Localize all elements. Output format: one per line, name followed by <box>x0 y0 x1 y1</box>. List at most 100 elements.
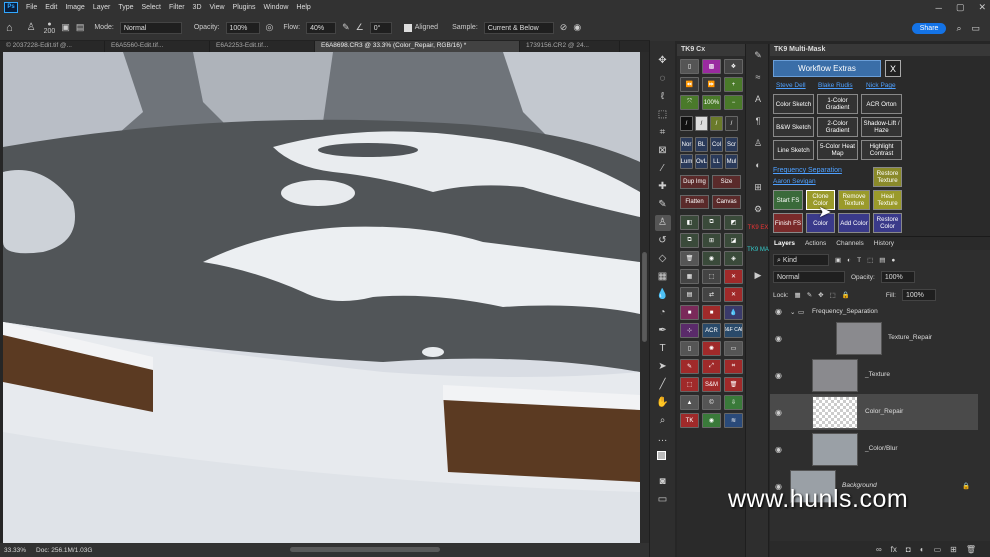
blend-multiply-button[interactable]: Mul <box>725 154 738 169</box>
grid-icon[interactable]: ▦ <box>680 269 699 284</box>
sample-select[interactable]: Current & Below <box>483 21 554 34</box>
heal-texture-button[interactable]: Heal Texture <box>873 190 902 210</box>
crop-tool-icon[interactable]: ⌗ <box>655 125 671 141</box>
blend-mode-select[interactable]: Normal <box>773 271 845 283</box>
add-color-button[interactable]: Add Color <box>838 213 870 233</box>
clone-stamp-tool-icon[interactable]: ♙ <box>654 215 671 231</box>
lock-all-icon[interactable]: 🔒 <box>842 291 850 299</box>
triangle-icon[interactable]: ▲ <box>680 395 699 410</box>
add-mask-icon[interactable]: ◘ <box>906 545 911 554</box>
gradient-tool-icon[interactable]: ▦ <box>655 269 671 285</box>
resize-icon[interactable]: ⤢ <box>702 359 721 374</box>
brush-tool-icon[interactable]: ✎ <box>655 197 671 213</box>
grad-mask-icon[interactable]: ◩ <box>724 215 743 230</box>
rgb-channels-icon[interactable]: ❖ <box>724 59 743 74</box>
doc-tab-1[interactable]: © 2037228-Edit.tif @... <box>0 41 105 52</box>
move-tool-icon[interactable]: ✥ <box>655 53 671 69</box>
kind-filter-select[interactable]: ⌕ Kind <box>773 254 829 266</box>
properties-panel-icon[interactable]: ⊞ <box>746 176 770 198</box>
opacity-input[interactable]: 100% <box>225 21 260 34</box>
scroll-thumb[interactable] <box>642 252 647 342</box>
tab-channels[interactable]: Channels <box>836 240 863 247</box>
size-button[interactable]: Size <box>712 175 741 189</box>
close-icon[interactable]: ✕ <box>978 2 986 13</box>
paragraph-panel-icon[interactable]: ¶ <box>746 110 770 132</box>
layer-opacity-input[interactable]: 100% <box>880 271 915 283</box>
layer-row-selected[interactable]: ◉ Color_Repair <box>770 394 978 430</box>
brush-settings-panel-icon[interactable]: ≈ <box>746 66 770 88</box>
stack-icon[interactable]: ≋ <box>724 413 743 428</box>
layers-stack-icon[interactable]: ⧉ <box>680 233 699 248</box>
frame-tool-icon[interactable]: ⊠ <box>655 143 671 159</box>
blend-luminosity-button[interactable]: BL <box>695 137 708 152</box>
blend-normal-button[interactable]: Nor <box>680 137 693 152</box>
more-tools-icon[interactable]: … <box>655 431 671 447</box>
zoom-100-button[interactable]: 100% <box>702 95 721 110</box>
tab-actions[interactable]: Actions <box>805 240 826 247</box>
zoom-level[interactable]: 33.33% <box>4 547 26 554</box>
five-color-heatmap-button[interactable]: 5-Color Heat Map <box>817 140 858 160</box>
flatten-button[interactable]: Flatten <box>680 195 709 209</box>
calculator-icon[interactable]: ▤ <box>680 287 699 302</box>
filter-smart-icon[interactable]: ▤ <box>879 256 885 264</box>
one-color-gradient-button[interactable]: 1-Color Gradient <box>817 94 858 114</box>
restore-texture-button[interactable]: Restore Texture <box>873 167 902 187</box>
filter-toggle-icon[interactable]: ● <box>891 257 895 264</box>
link-nick-page[interactable]: Nick Page <box>866 82 896 89</box>
play-icon[interactable]: ▶ <box>746 264 770 286</box>
two-color-gradient-button[interactable]: 2-Color Gradient <box>817 117 858 137</box>
swatches-panel-icon[interactable]: ⚙ <box>746 198 770 220</box>
lock-pixels-icon[interactable]: ✎ <box>807 291 812 299</box>
swap-icon[interactable]: ⇄ <box>702 287 721 302</box>
image-canvas[interactable] <box>3 52 640 543</box>
fit-screen-icon[interactable]: ⤧ <box>680 95 699 110</box>
airbrush-icon[interactable]: ✎ <box>342 22 350 33</box>
menu-file[interactable]: File <box>22 4 41 11</box>
dcaf-button[interactable]: D&F CAF <box>724 323 743 338</box>
adjustments-panel-icon[interactable]: ◐ <box>746 154 770 176</box>
line-tool-icon[interactable]: ╱ <box>655 377 671 393</box>
merge-icon[interactable]: ⊞ <box>702 233 721 248</box>
line-sketch-button[interactable]: Line Sketch <box>773 140 814 160</box>
bw-sketch-button[interactable]: B&W Sketch <box>773 117 814 137</box>
download-icon[interactable]: ⇩ <box>724 395 743 410</box>
start-fs-button[interactable]: Start FS <box>773 190 803 210</box>
lock-artboard-icon[interactable]: ⬚ <box>830 291 836 299</box>
foreground-color[interactable] <box>656 451 666 460</box>
lock-transparency-icon[interactable]: ▦ <box>795 291 801 299</box>
filter-pixel-icon[interactable]: ▣ <box>835 256 841 264</box>
blend-lum-button[interactable]: Lum <box>680 154 693 169</box>
workspace-icon[interactable]: ▭ <box>971 23 980 34</box>
lasso-tool-icon[interactable]: ℓ <box>655 89 671 105</box>
layer-style-icon[interactable]: fx <box>891 545 897 554</box>
eye-icon[interactable]: ◉ <box>702 413 721 428</box>
doc-tab-2[interactable]: E6A5560-Edit.tif... <box>105 41 210 52</box>
group-visibility-eye-icon[interactable]: ◉ <box>775 307 782 316</box>
new-adjustment-icon[interactable]: ◐ <box>920 545 925 554</box>
drop-icon[interactable]: 💧 <box>724 305 743 320</box>
tab-layers[interactable]: Layers <box>774 240 795 247</box>
menu-window[interactable]: Window <box>260 4 293 11</box>
menu-help[interactable]: Help <box>292 4 314 11</box>
pen-red-icon[interactable]: ✎ <box>680 359 699 374</box>
clone-source-panel-icon[interactable]: ♙ <box>746 132 770 154</box>
close-x-icon[interactable]: ✕ <box>724 287 743 302</box>
filter-adjust-icon[interactable]: ◐ <box>847 257 851 264</box>
trash-icon[interactable]: 🗑 <box>724 377 743 392</box>
remove-texture-button[interactable]: Remove Texture <box>838 190 870 210</box>
subtract-icon[interactable]: − <box>724 95 743 110</box>
clone-stamp-tool-icon[interactable]: ♙ <box>27 22 36 33</box>
maximize-icon[interactable]: ▢ <box>956 2 965 13</box>
menu-plugins[interactable]: Plugins <box>229 4 260 11</box>
lock-position-icon[interactable]: ✥ <box>818 291 823 299</box>
photoshop-logo-icon[interactable]: Ps <box>4 2 18 13</box>
menu-type[interactable]: Type <box>114 4 137 11</box>
olive-brush-icon[interactable]: / <box>710 116 723 131</box>
clone-source-icon[interactable]: ▤ <box>76 22 85 33</box>
zoom-tool-icon[interactable]: ⌕ <box>655 413 671 429</box>
history-brush-tool-icon[interactable]: ↺ <box>655 233 671 249</box>
adjust-icon[interactable]: ⊹ <box>680 323 699 338</box>
aligned-checkbox[interactable] <box>403 23 412 32</box>
fill-input[interactable]: 100% <box>901 289 936 301</box>
menu-3d[interactable]: 3D <box>189 4 206 11</box>
